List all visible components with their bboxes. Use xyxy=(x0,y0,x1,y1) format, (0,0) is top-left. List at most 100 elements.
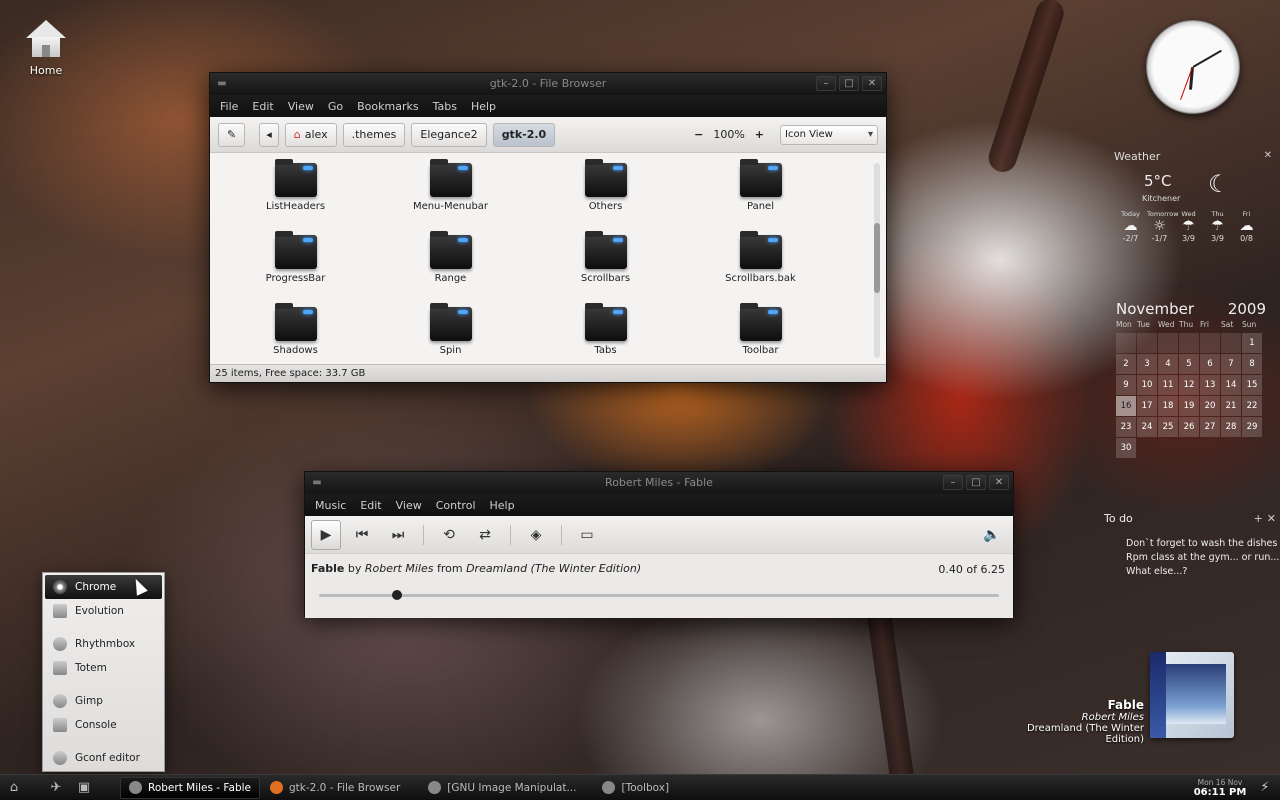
previous-button[interactable]: ⏮ xyxy=(347,520,377,550)
zoom-out-button[interactable]: − xyxy=(694,128,703,141)
vertical-scrollbar[interactable] xyxy=(874,163,880,358)
play-button[interactable]: ▶ xyxy=(311,519,341,550)
calendar-day[interactable]: 13 xyxy=(1200,375,1220,395)
location-edit-button[interactable]: ✎ xyxy=(218,122,246,147)
calendar-day[interactable]: 5 xyxy=(1179,354,1199,374)
home-launcher-button[interactable]: ⌂ xyxy=(0,775,28,800)
minimize-button[interactable]: – xyxy=(943,475,963,490)
calendar-day[interactable]: 6 xyxy=(1200,354,1220,374)
folder-item[interactable]: Toolbar xyxy=(683,303,838,364)
calendar-day[interactable]: 28 xyxy=(1221,417,1241,437)
menu-go[interactable]: Go xyxy=(328,100,343,113)
task-gimp[interactable]: [GNU Image Manipulat... xyxy=(420,777,584,799)
folder-item[interactable]: ListHeaders xyxy=(218,159,373,231)
seek-handle[interactable] xyxy=(392,590,402,600)
calendar-day[interactable]: 17 xyxy=(1137,396,1157,416)
menu-edit[interactable]: Edit xyxy=(252,100,273,113)
menu-edit[interactable]: Edit xyxy=(360,499,381,512)
breadcrumb-themes[interactable]: .themes xyxy=(342,122,406,147)
window-menu-icon[interactable]: ▬ xyxy=(216,78,228,90)
calendar-day[interactable]: 1 xyxy=(1242,333,1262,353)
task-toolbox[interactable]: [Toolbox] xyxy=(594,777,677,799)
add-icon[interactable]: + xyxy=(1254,512,1267,525)
calendar-day[interactable]: 11 xyxy=(1158,375,1178,395)
calendar-day[interactable]: 25 xyxy=(1158,417,1178,437)
menu-item-rhythmbox[interactable]: Rhythmbox xyxy=(45,632,162,656)
close-button[interactable]: ✕ xyxy=(989,475,1009,490)
folder-item[interactable]: Tabs xyxy=(528,303,683,364)
calendar-day[interactable]: 24 xyxy=(1137,417,1157,437)
folder-item[interactable]: Scrollbars xyxy=(528,231,683,303)
window-menu-icon[interactable]: ▬ xyxy=(311,477,323,489)
breadcrumb-gtk[interactable]: gtk-2.0 xyxy=(492,122,556,147)
menu-view[interactable]: View xyxy=(288,100,314,113)
menu-help[interactable]: Help xyxy=(490,499,515,512)
close-button[interactable]: ✕ xyxy=(862,76,882,91)
task-music-player[interactable]: Robert Miles - Fable xyxy=(120,776,260,799)
menu-item-console[interactable]: Console xyxy=(45,713,162,737)
path-back-button[interactable]: ◂ xyxy=(259,122,279,147)
folder-item[interactable]: Spin xyxy=(373,303,528,364)
task-file-browser[interactable]: gtk-2.0 - File Browser xyxy=(262,777,408,799)
calendar-day[interactable]: 18 xyxy=(1158,396,1178,416)
todo-item[interactable]: Don`t forget to wash the dishes xyxy=(1126,537,1280,551)
folder-item[interactable]: ProgressBar xyxy=(218,231,373,303)
todo-item[interactable]: What else...? xyxy=(1126,565,1280,579)
calendar-day[interactable]: 21 xyxy=(1221,396,1241,416)
menu-item-gimp[interactable]: Gimp xyxy=(45,689,162,713)
calendar-day[interactable]: 12 xyxy=(1179,375,1199,395)
maximize-button[interactable]: □ xyxy=(839,76,859,91)
calendar-day[interactable]: 19 xyxy=(1179,396,1199,416)
calendar-day[interactable]: 22 xyxy=(1242,396,1262,416)
close-icon[interactable]: ✕ xyxy=(1264,150,1272,161)
folder-item[interactable]: Scrollbars.bak xyxy=(683,231,838,303)
calendar-day[interactable]: 8 xyxy=(1242,354,1262,374)
scrollbar-thumb[interactable] xyxy=(874,223,880,293)
minimize-button[interactable]: – xyxy=(816,76,836,91)
folder-item[interactable]: Shadows xyxy=(218,303,373,364)
menu-bookmarks[interactable]: Bookmarks xyxy=(357,100,418,113)
web-launcher-button[interactable]: ✈ xyxy=(42,775,70,800)
calendar-day[interactable]: 16 xyxy=(1116,396,1136,416)
taskbar-clock[interactable]: Mon 16 Nov 06:11 PM xyxy=(1190,778,1250,798)
repeat-button[interactable]: ⟲ xyxy=(434,520,464,550)
calendar-day[interactable]: 4 xyxy=(1158,354,1178,374)
folder-item[interactable]: Menu-Menubar xyxy=(373,159,528,231)
seek-bar[interactable] xyxy=(319,590,999,600)
files-launcher-button[interactable]: ▣ xyxy=(70,775,98,800)
zoom-in-button[interactable]: + xyxy=(755,128,764,141)
calendar-day[interactable]: 7 xyxy=(1221,354,1241,374)
calendar-day[interactable]: 26 xyxy=(1179,417,1199,437)
menu-control[interactable]: Control xyxy=(436,499,476,512)
view-mode-select[interactable]: Icon View xyxy=(780,124,878,145)
menu-view[interactable]: View xyxy=(396,499,422,512)
breadcrumb-elegance2[interactable]: Elegance2 xyxy=(411,122,487,147)
browse-button[interactable]: ◈ xyxy=(521,520,551,550)
menu-item-evolution[interactable]: Evolution xyxy=(45,599,162,623)
folder-item[interactable]: Panel xyxy=(683,159,838,231)
file-browser-titlebar[interactable]: ▬ gtk-2.0 - File Browser – □ ✕ xyxy=(210,73,886,95)
menu-tabs[interactable]: Tabs xyxy=(433,100,457,113)
shuffle-button[interactable]: ⇄ xyxy=(470,520,500,550)
maximize-button[interactable]: □ xyxy=(966,475,986,490)
calendar-day[interactable]: 23 xyxy=(1116,417,1136,437)
calendar-day[interactable]: 20 xyxy=(1200,396,1220,416)
menu-help[interactable]: Help xyxy=(471,100,496,113)
calendar-day[interactable]: 15 xyxy=(1242,375,1262,395)
music-player-titlebar[interactable]: ▬ Robert Miles - Fable – □ ✕ xyxy=(305,472,1013,494)
calendar-day[interactable]: 10 xyxy=(1137,375,1157,395)
calendar-day[interactable]: 27 xyxy=(1200,417,1220,437)
calendar-day[interactable]: 9 xyxy=(1116,375,1136,395)
todo-item[interactable]: Rpm class at the gym... or run... xyxy=(1126,551,1280,565)
breadcrumb-alex[interactable]: ⌂ alex xyxy=(284,122,337,147)
calendar-day[interactable]: 30 xyxy=(1116,438,1136,458)
desktop-home-icon[interactable]: Home xyxy=(18,20,74,77)
calendar-day[interactable]: 29 xyxy=(1242,417,1262,437)
close-icon[interactable]: ✕ xyxy=(1267,512,1280,525)
next-button[interactable]: ⏭ xyxy=(383,520,413,550)
volume-button[interactable]: 🔈 xyxy=(977,520,1007,550)
menu-file[interactable]: File xyxy=(220,100,238,113)
network-icon[interactable]: ⚡ xyxy=(1250,780,1280,795)
calendar-day[interactable]: 3 xyxy=(1137,354,1157,374)
menu-item-gconf-editor[interactable]: Gconf editor xyxy=(45,746,162,770)
